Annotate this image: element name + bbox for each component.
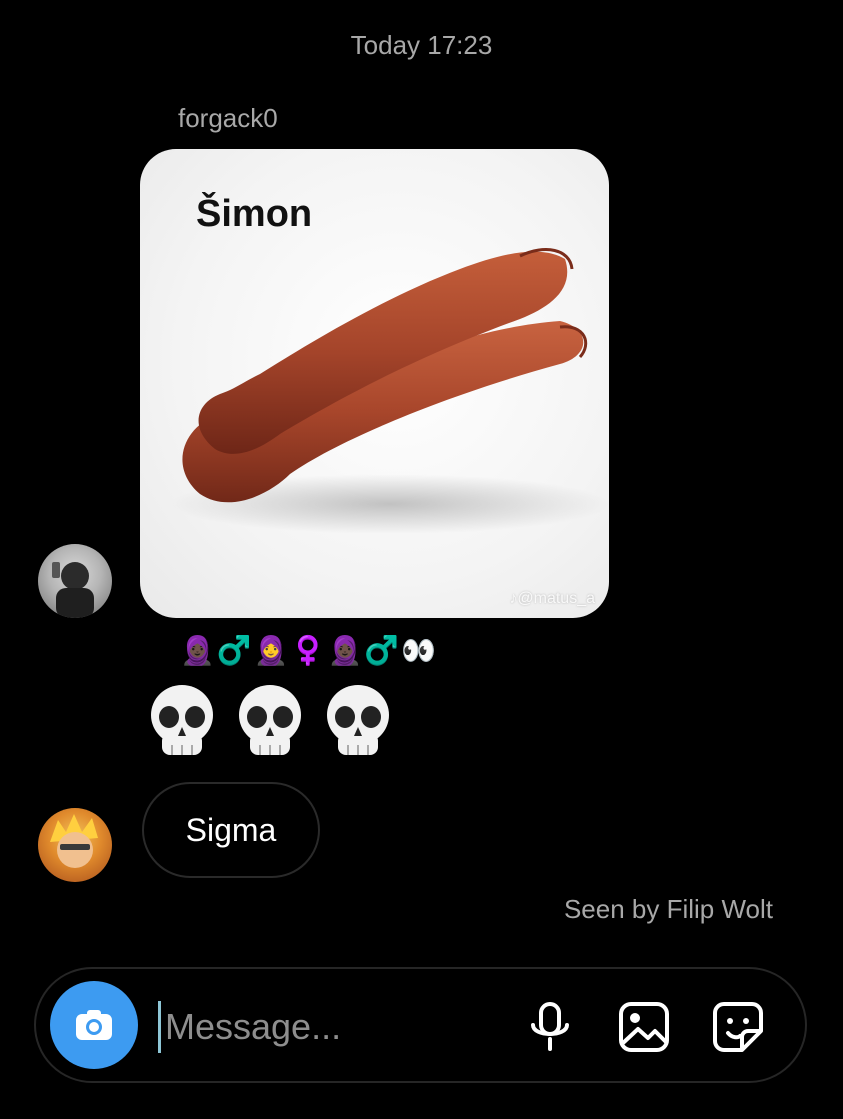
sender-avatar[interactable]: [38, 544, 112, 618]
sticker-icon: [713, 1002, 763, 1052]
microphone-icon: [531, 1002, 569, 1051]
avatar-photo: [50, 814, 98, 868]
image-caption: Šimon: [196, 193, 313, 235]
microphone-button[interactable]: [522, 999, 578, 1055]
avatar-photo: [52, 562, 94, 618]
shared-image-message[interactable]: Šimon ♪@matus_a: [140, 149, 609, 618]
chat-timestamp: Today 17:23: [350, 30, 493, 60]
camera-button[interactable]: [50, 981, 138, 1069]
image-watermark: ♪@matus_a: [509, 590, 595, 607]
text-message-bubble[interactable]: Sigma: [142, 782, 320, 878]
skull-icon: [327, 685, 389, 755]
skull-icon: [239, 685, 301, 755]
camera-icon: [76, 1010, 112, 1040]
gallery-button[interactable]: [616, 999, 672, 1055]
seen-status: Seen by Filip Wolt: [563, 894, 773, 924]
emoji-reaction-row: 🧕🏿♂️🧕♀️🧕🏿♂️👀: [180, 634, 439, 667]
sender-avatar-2[interactable]: [38, 808, 112, 882]
skull-emoji-message[interactable]: [148, 683, 392, 761]
message-input[interactable]: [158, 1001, 485, 1053]
message-text: Sigma: [185, 811, 277, 848]
image-icon: [619, 1002, 669, 1052]
sender-name: forgack0: [178, 103, 278, 133]
skull-icon: [151, 685, 213, 755]
message-composer: [34, 967, 807, 1083]
sticker-button[interactable]: [710, 999, 766, 1055]
